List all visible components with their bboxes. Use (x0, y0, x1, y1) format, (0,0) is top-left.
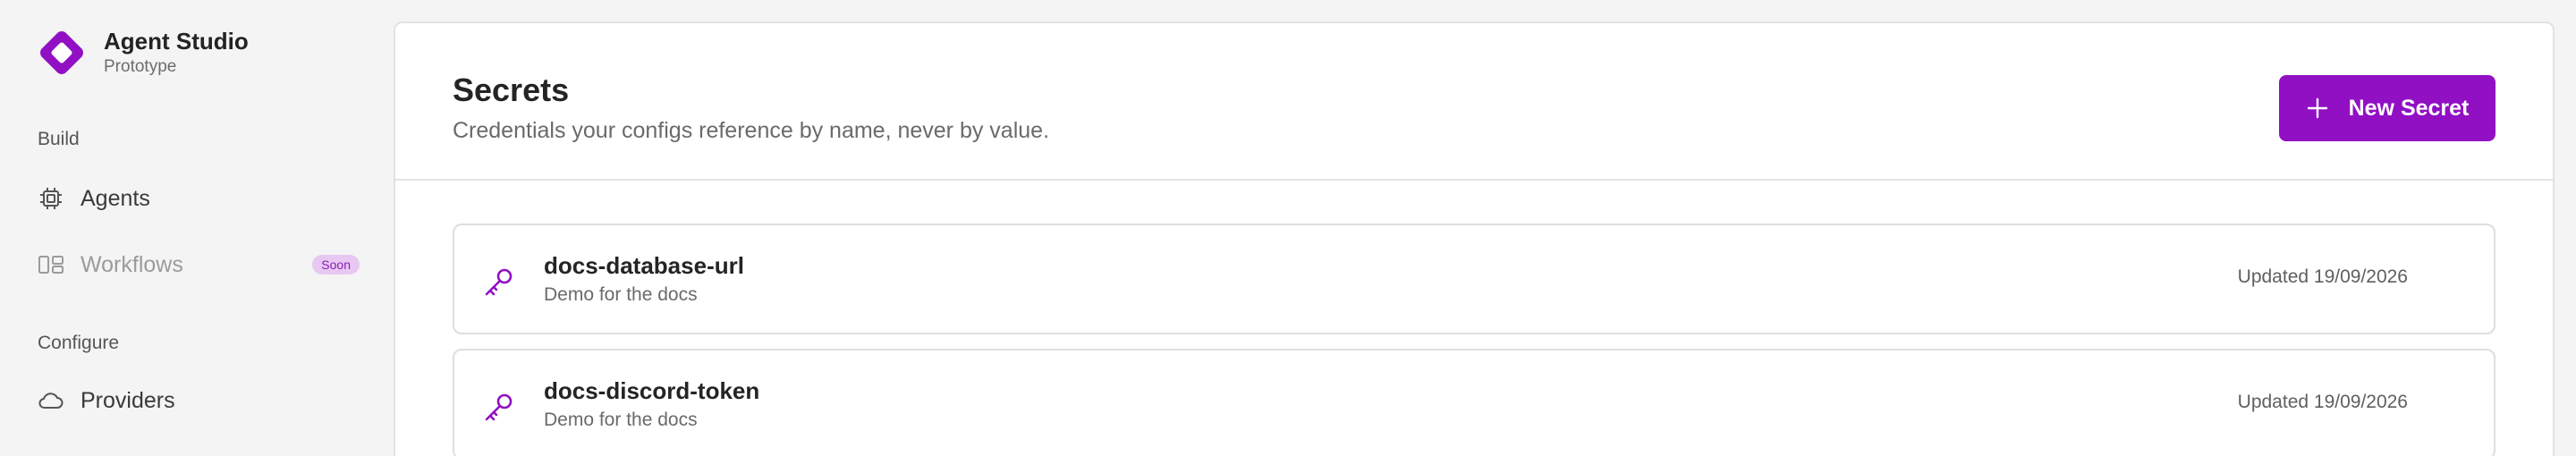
secret-updated: Updated 19/09/2026 (2237, 392, 2408, 412)
secret-row-docs-discord-token[interactable]: docs-discord-token Demo for the docs Upd… (453, 349, 2496, 456)
nav-section-build: Build (38, 129, 80, 149)
secret-list: docs-database-url Demo for the docs Upda… (453, 224, 2496, 456)
secret-updated: Updated 19/09/2026 (2237, 266, 2408, 287)
new-secret-label: New Secret (2348, 95, 2470, 121)
soon-badge: Soon (312, 255, 360, 274)
nav-section-configure: Configure (38, 333, 120, 353)
page-title: Secrets (453, 72, 570, 108)
sidebar-item-agents[interactable]: Agents (38, 177, 360, 220)
sidebar-item-label: Agents (80, 185, 150, 211)
key-icon (485, 393, 513, 421)
sidebar-item-label: Providers (80, 387, 175, 413)
sidebar-item-label: Workflows (80, 251, 183, 277)
sidebar: Agent Studio Prototype Build Agents Work… (0, 0, 394, 456)
app-root: Agent Studio Prototype Build Agents Work… (0, 0, 2576, 456)
cloud-icon (38, 387, 64, 414)
secret-row-docs-database-url[interactable]: docs-database-url Demo for the docs Upda… (453, 224, 2496, 334)
new-secret-button[interactable]: New Secret (2279, 75, 2496, 141)
brand-text: Agent Studio Prototype (104, 27, 249, 79)
brand[interactable]: Agent Studio Prototype (36, 27, 249, 79)
plus-icon (2307, 97, 2327, 119)
secret-name: docs-database-url (544, 252, 744, 279)
secret-name: docs-discord-token (544, 377, 760, 404)
sidebar-item-providers[interactable]: Providers (38, 379, 360, 422)
secret-description: Demo for the docs (544, 284, 698, 305)
brand-subtitle: Prototype (104, 57, 177, 76)
workflow-icon (38, 251, 64, 278)
secret-description: Demo for the docs (544, 410, 698, 430)
main-panel: Secrets Credentials your configs referen… (394, 21, 2555, 456)
key-icon (485, 268, 513, 296)
chip-icon (38, 185, 64, 212)
page-header: Secrets Credentials your configs referen… (395, 23, 2553, 181)
sidebar-item-workflows[interactable]: Workflows Soon (38, 243, 360, 286)
diamond-logo-icon (40, 31, 83, 74)
page-subtitle: Credentials your configs reference by na… (453, 118, 1050, 143)
brand-name: Agent Studio (104, 28, 249, 55)
